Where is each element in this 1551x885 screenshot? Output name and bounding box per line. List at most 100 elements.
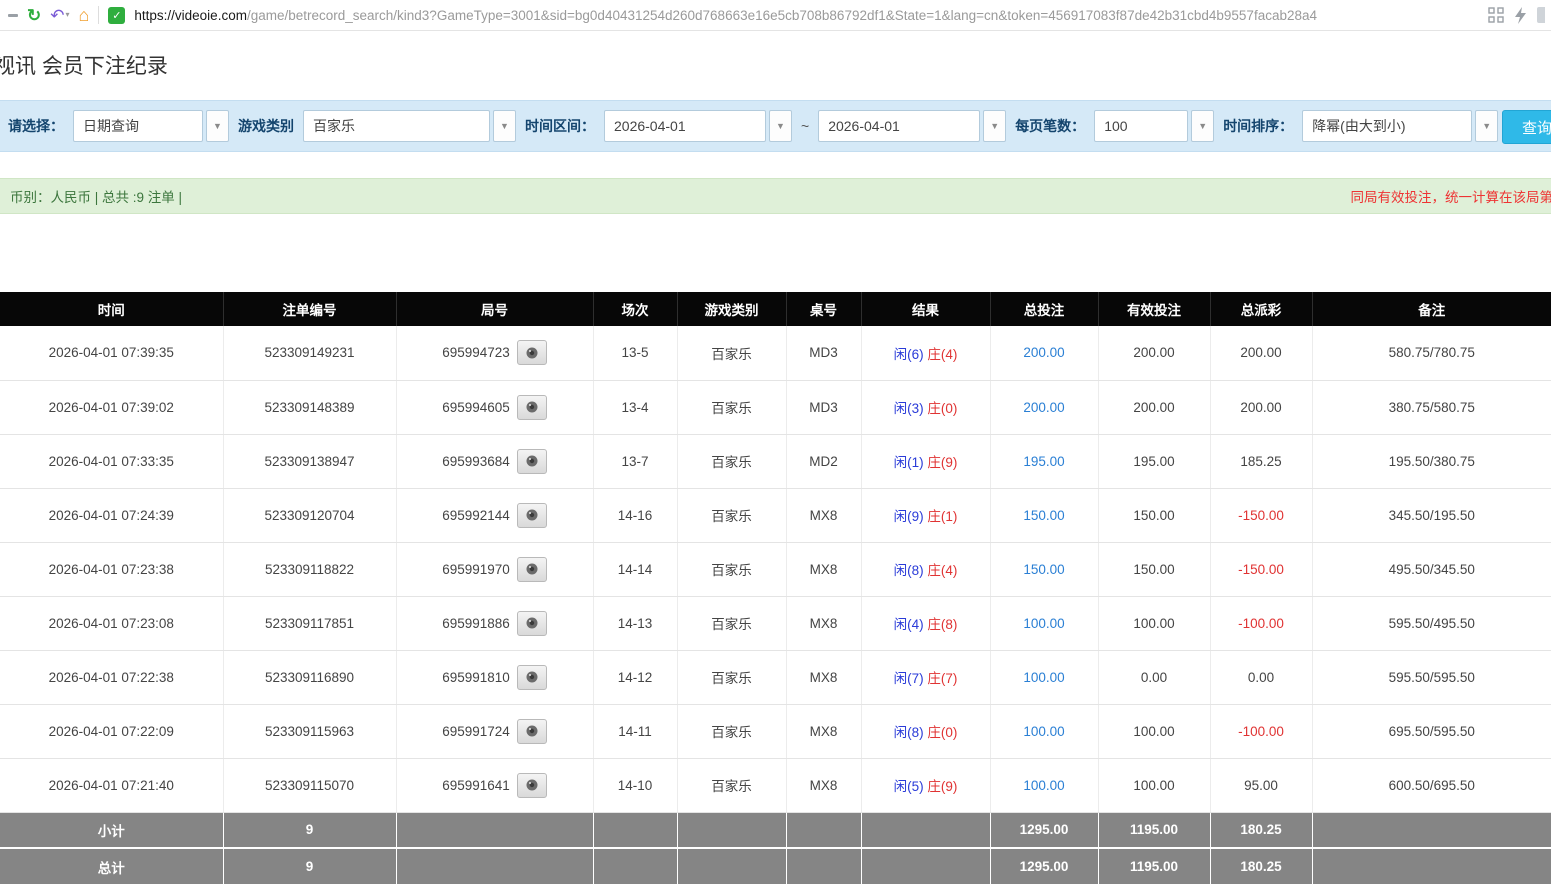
total-valid-bet: 1195.00 — [1098, 848, 1210, 884]
cell-result: 闲(9) 庄(1) — [861, 488, 990, 542]
cell-bet-id: 523309138947 — [223, 434, 396, 488]
summary-bar: 币别：人民币 | 总共 :9 注单 | 同局有效投注，统一计算在该局第 — [0, 178, 1551, 214]
col-bet-id: 注单编号 — [223, 292, 396, 326]
video-replay-button[interactable] — [517, 719, 547, 744]
round-id-value: 695991810 — [442, 670, 510, 685]
cut-toolbar-icon[interactable] — [1537, 7, 1545, 23]
chevron-down-icon[interactable]: ▼ — [493, 110, 516, 142]
video-replay-button[interactable] — [517, 395, 547, 420]
date-to-select[interactable]: 2026-04-01 ▼ — [818, 110, 1006, 142]
col-game-type: 游戏类别 — [677, 292, 786, 326]
cell-table-no: MX8 — [786, 542, 861, 596]
round-id-value: 695991970 — [442, 562, 510, 577]
cell-time: 2026-04-01 07:24:39 — [0, 488, 223, 542]
video-icon — [524, 616, 540, 630]
chevron-down-icon[interactable]: ▼ — [206, 110, 229, 142]
undo-arrow-glyph: ↶ — [50, 7, 64, 24]
cell-valid-bet: 0.00 — [1098, 650, 1210, 704]
security-shield-icon[interactable]: ✓ — [108, 7, 125, 24]
cell-game-type: 百家乐 — [677, 326, 786, 380]
total-bet-link[interactable]: 200.00 — [1023, 345, 1064, 360]
result-banker: 庄(9) — [927, 779, 957, 794]
chevron-down-icon[interactable]: ▼ — [1191, 110, 1214, 142]
home-icon[interactable]: ⌂ — [79, 6, 90, 24]
undo-icon[interactable]: ↶▾ — [50, 7, 69, 24]
cell-table-no: MX8 — [786, 488, 861, 542]
total-bet-link[interactable]: 200.00 — [1023, 400, 1064, 415]
cell-valid-bet: 100.00 — [1098, 596, 1210, 650]
video-replay-button[interactable] — [517, 773, 547, 798]
total-bet-link[interactable]: 100.00 — [1023, 724, 1064, 739]
cell-time: 2026-04-01 07:22:09 — [0, 704, 223, 758]
cell-session: 14-16 — [593, 488, 677, 542]
col-round-id: 局号 — [396, 292, 593, 326]
valid-bet-notice-text: 同局有效投注，统一计算在该局第 — [1351, 186, 1551, 206]
video-icon — [524, 778, 540, 792]
cell-game-type: 百家乐 — [677, 434, 786, 488]
payout-value: -100.00 — [1238, 724, 1284, 739]
subtotal-count: 9 — [223, 812, 396, 848]
subtotal-total-bet: 1295.00 — [990, 812, 1098, 848]
total-bet-link[interactable]: 195.00 — [1023, 454, 1064, 469]
payout-value: 200.00 — [1240, 400, 1281, 415]
video-replay-button[interactable] — [517, 611, 547, 636]
game-type-select[interactable]: 百家乐 ▼ — [303, 110, 516, 142]
video-replay-button[interactable] — [517, 449, 547, 474]
chevron-down-icon[interactable]: ▼ — [769, 110, 792, 142]
game-type-value[interactable]: 百家乐 — [303, 110, 490, 142]
result-player: 闲(8) — [894, 725, 924, 740]
page-title: 视讯 会员下注纪录 — [0, 53, 1551, 81]
video-replay-button[interactable] — [517, 557, 547, 582]
video-icon — [524, 562, 540, 576]
browser-toolbar: ↻ ↶▾ ⌂ ✓ https://videoie.com/game/betrec… — [0, 0, 1551, 31]
cell-session: 14-12 — [593, 650, 677, 704]
table-row: 2026-04-01 07:23:08523309117851695991886… — [0, 596, 1551, 650]
cell-payout: 95.00 — [1210, 758, 1312, 812]
sort-select[interactable]: 降幂(由大到小) ▼ — [1302, 110, 1498, 142]
sort-value[interactable]: 降幂(由大到小) — [1302, 110, 1472, 142]
round-id-value: 695991641 — [442, 778, 510, 793]
extensions-grid-icon[interactable] — [1488, 7, 1504, 23]
total-bet-link[interactable]: 100.00 — [1023, 778, 1064, 793]
chevron-down-icon[interactable]: ▾ — [66, 11, 70, 19]
cell-time: 2026-04-01 07:33:35 — [0, 434, 223, 488]
cell-time: 2026-04-01 07:23:38 — [0, 542, 223, 596]
chevron-down-icon[interactable]: ▼ — [983, 110, 1006, 142]
cell-note: 595.50/595.50 — [1312, 650, 1551, 704]
page-size-value[interactable]: 100 — [1094, 110, 1188, 142]
round-id-value: 695994605 — [442, 400, 510, 415]
cell-bet-id: 523309149231 — [223, 326, 396, 380]
cell-total-bet: 195.00 — [990, 434, 1098, 488]
table-row: 2026-04-01 07:33:35523309138947695993684… — [0, 434, 1551, 488]
toolbar-divider — [98, 6, 99, 24]
video-replay-button[interactable] — [517, 340, 547, 365]
refresh-icon[interactable]: ↻ — [27, 7, 41, 24]
cell-payout: 0.00 — [1210, 650, 1312, 704]
query-type-select[interactable]: 日期查询 ▼ — [73, 110, 229, 142]
total-bet-link[interactable]: 150.00 — [1023, 562, 1064, 577]
cell-session: 14-14 — [593, 542, 677, 596]
total-bet-link[interactable]: 100.00 — [1023, 616, 1064, 631]
date-from-select[interactable]: 2026-04-01 ▼ — [604, 110, 792, 142]
cell-round-id: 695991724 — [396, 704, 593, 758]
table-row: 2026-04-01 07:39:02523309148389695994605… — [0, 380, 1551, 434]
cell-payout: 200.00 — [1210, 380, 1312, 434]
query-type-value[interactable]: 日期查询 — [73, 110, 203, 142]
lightning-icon[interactable] — [1514, 7, 1527, 24]
address-bar[interactable]: https://videoie.com/game/betrecord_searc… — [134, 8, 1473, 23]
search-button[interactable]: 查询 — [1502, 110, 1551, 144]
total-bet-link[interactable]: 100.00 — [1023, 670, 1064, 685]
cell-bet-id: 523309148389 — [223, 380, 396, 434]
empty-cell — [677, 848, 786, 884]
cell-round-id: 695994605 — [396, 380, 593, 434]
cell-total-bet: 100.00 — [990, 596, 1098, 650]
date-to-value[interactable]: 2026-04-01 — [818, 110, 980, 142]
total-bet-link[interactable]: 150.00 — [1023, 508, 1064, 523]
date-from-value[interactable]: 2026-04-01 — [604, 110, 766, 142]
video-replay-button[interactable] — [517, 665, 547, 690]
cell-bet-id: 523309120704 — [223, 488, 396, 542]
subtotal-row: 小计 9 1295.00 1195.00 180.25 — [0, 812, 1551, 848]
page-size-select[interactable]: 100 ▼ — [1094, 110, 1214, 142]
chevron-down-icon[interactable]: ▼ — [1475, 110, 1498, 142]
video-replay-button[interactable] — [517, 503, 547, 528]
